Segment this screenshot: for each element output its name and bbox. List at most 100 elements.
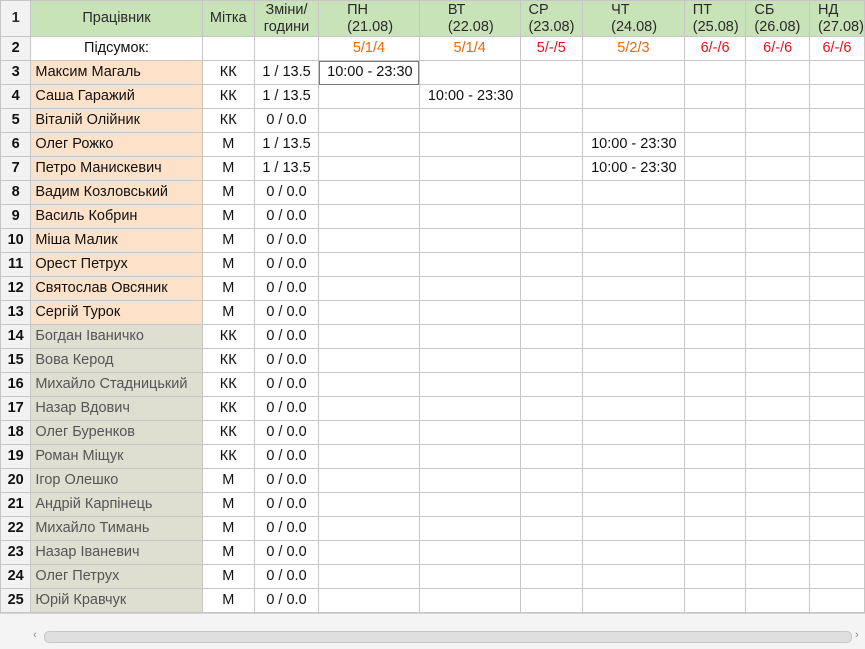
employee-name[interactable]: Сергій Турок [30,300,203,325]
summary-empty-tag[interactable] [201,36,255,61]
row-number[interactable]: 5 [0,108,32,133]
shift-cell[interactable] [519,276,584,301]
shift-cell[interactable] [683,516,747,541]
shift-cell[interactable] [808,300,865,325]
employee-shifts[interactable]: 0 / 0.0 [253,396,320,421]
shift-cell[interactable] [582,324,685,349]
employee-tag[interactable]: КК [201,324,255,349]
shift-cell[interactable] [683,564,747,589]
row-number[interactable]: 22 [0,516,32,541]
shift-cell[interactable] [519,444,584,469]
summary-value[interactable]: 6/-/6 [745,36,810,61]
summary-value[interactable]: 5/-/5 [519,36,584,61]
summary-value[interactable]: 5/1/4 [318,36,420,61]
employee-shifts[interactable]: 0 / 0.0 [253,492,320,517]
employee-name[interactable]: Міша Малик [30,228,203,253]
shift-cell[interactable] [318,516,420,541]
shift-cell[interactable] [683,540,747,565]
shift-cell[interactable] [683,252,747,277]
shift-cell[interactable] [745,348,810,373]
shift-cell[interactable] [582,252,685,277]
shift-cell[interactable] [519,396,584,421]
employee-tag[interactable]: М [201,276,255,301]
shift-cell[interactable] [318,324,420,349]
employee-tag[interactable]: М [201,516,255,541]
shift-cell[interactable] [519,204,584,229]
employee-shifts[interactable]: 1 / 13.5 [253,156,320,181]
shift-cell[interactable] [519,516,584,541]
shift-cell[interactable] [418,204,521,229]
shift-cell[interactable] [318,420,420,445]
shift-cell[interactable] [418,300,521,325]
employee-name[interactable]: Святослав Овсяник [30,276,203,301]
shift-cell[interactable] [519,180,584,205]
shift-cell[interactable] [519,564,584,589]
shift-cell[interactable] [582,180,685,205]
summary-empty-shifts[interactable] [253,36,320,61]
shift-cell[interactable] [582,468,685,493]
header-day[interactable]: ПТ (25.08) [683,0,747,37]
shift-cell[interactable] [683,444,747,469]
employee-shifts[interactable]: 0 / 0.0 [253,180,320,205]
shift-cell[interactable] [808,468,865,493]
shift-cell[interactable] [808,396,865,421]
shift-cell[interactable] [418,132,521,157]
shift-cell[interactable] [318,444,420,469]
shift-cell[interactable] [808,108,865,133]
employee-tag[interactable]: М [201,156,255,181]
shift-cell[interactable] [683,348,747,373]
employee-name[interactable]: Максим Магаль [30,60,203,85]
employee-name[interactable]: Петро Манискевич [30,156,203,181]
shift-cell[interactable] [418,252,521,277]
shift-cell[interactable] [418,516,521,541]
shift-cell[interactable] [519,300,584,325]
shift-cell[interactable] [519,252,584,277]
summary-value[interactable]: 5/2/3 [582,36,685,61]
shift-cell[interactable] [519,108,584,133]
shift-cell[interactable] [582,372,685,397]
employee-name[interactable]: Олег Рожко [30,132,203,157]
header-day[interactable]: ПН (21.08) [318,0,420,37]
summary-label[interactable]: Підсумок: [30,36,203,61]
employee-shifts[interactable]: 0 / 0.0 [253,204,320,229]
employee-tag[interactable]: М [201,540,255,565]
row-number[interactable]: 24 [0,564,32,589]
row-number[interactable]: 11 [0,252,32,277]
scroll-left-icon[interactable]: ‹ [33,628,37,642]
row-number[interactable]: 25 [0,588,32,613]
summary-value[interactable]: 5/1/4 [418,36,521,61]
employee-shifts[interactable]: 0 / 0.0 [253,252,320,277]
shift-cell[interactable] [519,84,584,109]
employee-name[interactable]: Олег Буренков [30,420,203,445]
employee-shifts[interactable]: 0 / 0.0 [253,348,320,373]
shift-cell[interactable] [808,420,865,445]
shift-cell[interactable] [582,276,685,301]
shift-cell[interactable] [745,420,810,445]
shift-cell[interactable] [318,588,420,613]
employee-tag[interactable]: М [201,204,255,229]
shift-cell[interactable] [519,324,584,349]
row-number[interactable]: 8 [0,180,32,205]
shift-cell[interactable] [582,516,685,541]
shift-cell[interactable] [745,276,810,301]
row-number[interactable]: 10 [0,228,32,253]
employee-name[interactable]: Орест Петрух [30,252,203,277]
row-number[interactable]: 17 [0,396,32,421]
employee-name[interactable]: Олег Петрух [30,564,203,589]
shift-cell[interactable] [318,348,420,373]
shift-cell[interactable] [808,540,865,565]
employee-tag[interactable]: КК [201,444,255,469]
summary-value[interactable]: 6/-/6 [808,36,865,61]
employee-shifts[interactable]: 0 / 0.0 [253,228,320,253]
shift-cell[interactable] [745,228,810,253]
shift-cell[interactable] [582,84,685,109]
employee-shifts[interactable]: 0 / 0.0 [253,420,320,445]
shift-cell[interactable] [519,156,584,181]
employee-name[interactable]: Назар Іваневич [30,540,203,565]
shift-cell[interactable] [519,588,584,613]
shift-cell[interactable] [582,60,685,85]
shift-cell[interactable] [318,468,420,493]
shift-cell[interactable] [683,276,747,301]
shift-cell[interactable] [318,84,420,109]
employee-shifts[interactable]: 0 / 0.0 [253,372,320,397]
